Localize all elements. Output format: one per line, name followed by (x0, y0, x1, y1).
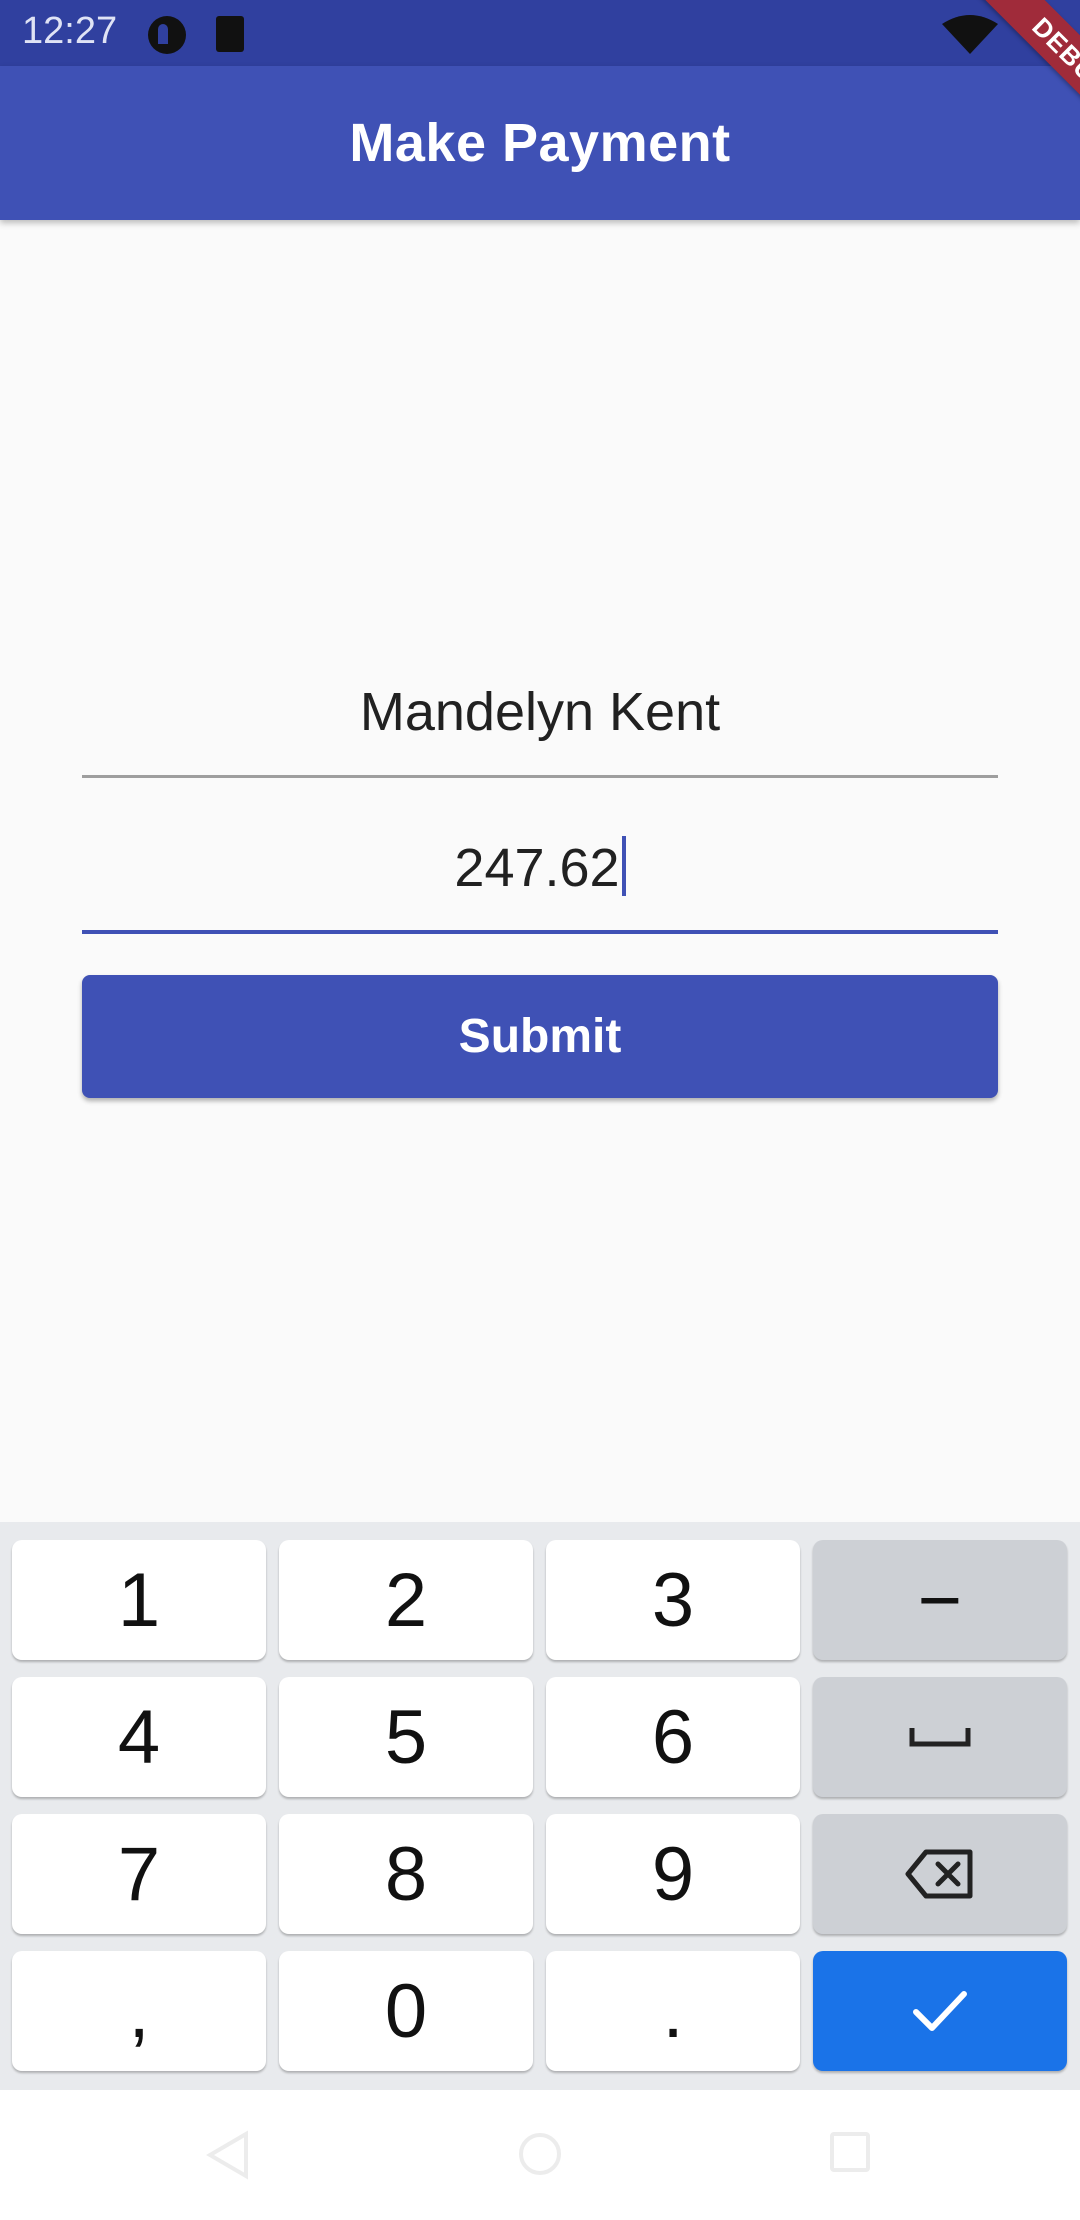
key-label: 1 (117, 1557, 161, 1643)
key-period[interactable]: . (546, 1951, 800, 2071)
submit-button[interactable]: Submit (82, 975, 998, 1098)
recipient-name-value: Mandelyn Kent (359, 682, 721, 742)
key-backspace[interactable] (813, 1814, 1067, 1934)
key-2[interactable]: 2 (279, 1540, 533, 1660)
key-3[interactable]: 3 (546, 1540, 800, 1660)
key-9[interactable]: 9 (546, 1814, 800, 1934)
amount-value: 247.62 (454, 838, 620, 898)
sd-card-icon (216, 16, 244, 52)
text-cursor (621, 836, 626, 896)
recipient-name-field[interactable]: Mandelyn Kent (82, 674, 998, 778)
home-icon[interactable] (516, 2130, 564, 2178)
recents-icon[interactable] (828, 2130, 872, 2174)
key-label: 8 (384, 1831, 428, 1917)
numeric-keyboard: 1 2 3 − 4 5 6 7 8 9 , 0 . (0, 1522, 1080, 2090)
key-0[interactable]: 0 (279, 1951, 533, 2071)
key-space[interactable] (813, 1677, 1067, 1797)
key-8[interactable]: 8 (279, 1814, 533, 1934)
app-bar: Make Payment (0, 66, 1080, 220)
key-label: 2 (384, 1557, 428, 1643)
backspace-icon (905, 1849, 973, 1899)
key-minus[interactable]: − (813, 1540, 1067, 1660)
key-label: 9 (651, 1831, 695, 1917)
page-title: Make Payment (349, 113, 731, 173)
back-icon[interactable] (204, 2130, 250, 2180)
key-label: . (662, 1968, 684, 2054)
key-label: 5 (384, 1694, 428, 1780)
key-comma[interactable]: , (12, 1951, 266, 2071)
key-7[interactable]: 7 (12, 1814, 266, 1934)
status-bar: 12:27 (0, 0, 1080, 66)
status-time: 12:27 (22, 10, 118, 52)
key-label: , (128, 1968, 150, 2054)
submit-button-label: Submit (458, 1010, 622, 1063)
key-5[interactable]: 5 (279, 1677, 533, 1797)
key-6[interactable]: 6 (546, 1677, 800, 1797)
key-4[interactable]: 4 (12, 1677, 266, 1797)
key-label: 0 (384, 1968, 428, 2054)
key-label: 7 (117, 1831, 161, 1917)
space-icon (909, 1728, 971, 1747)
key-label: − (917, 1557, 963, 1643)
key-done[interactable] (813, 1951, 1067, 2071)
key-label: 6 (651, 1694, 695, 1780)
battery-icon (1038, 12, 1058, 50)
checkmark-icon (913, 1991, 967, 2031)
wifi-icon (942, 15, 998, 54)
key-1[interactable]: 1 (12, 1540, 266, 1660)
app-notification-icon (148, 16, 186, 54)
key-label: 4 (117, 1694, 161, 1780)
screen: 12:27 Make Payment DEBUG Mandelyn Kent 2… (0, 0, 1080, 2220)
key-label: 3 (651, 1557, 695, 1643)
amount-field[interactable]: 247.62 (82, 830, 998, 934)
